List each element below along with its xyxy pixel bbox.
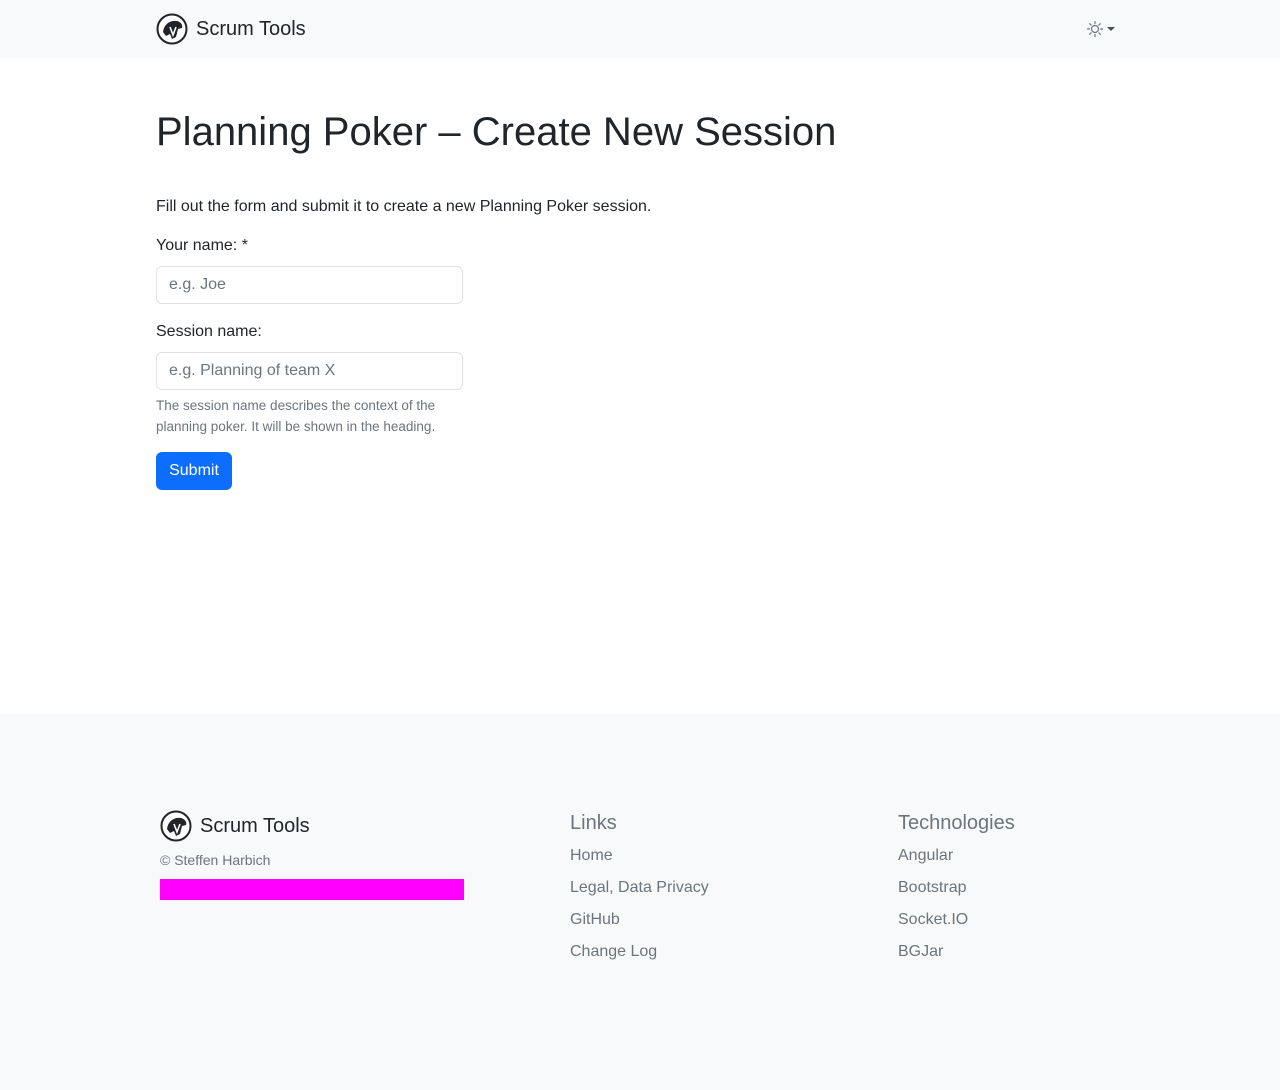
footer-link-bgjar[interactable]: BGJar xyxy=(898,936,1015,968)
your-name-label: Your name: * xyxy=(156,237,248,254)
links-heading: Links xyxy=(570,812,617,834)
session-name-input[interactable] xyxy=(156,352,463,390)
footer-link-github[interactable]: GitHub xyxy=(570,904,709,936)
theme-toggle-button[interactable] xyxy=(1086,18,1118,40)
redacted-block xyxy=(160,879,464,900)
intro-text: Fill out the form and submit it to creat… xyxy=(156,198,652,215)
brand-name: Scrum Tools xyxy=(196,18,306,40)
session-name-label: Session name: xyxy=(156,323,262,340)
footer-brand-link[interactable]: Scrum Tools xyxy=(160,810,310,842)
technologies-heading: Technologies xyxy=(898,812,1015,834)
footer-link-bootstrap[interactable]: Bootstrap xyxy=(898,872,1015,904)
brand-link[interactable]: Scrum Tools xyxy=(156,13,306,45)
scrum-tools-logo-icon xyxy=(156,13,188,45)
copyright-text: © Steffen Harbich xyxy=(160,852,271,868)
footer-link-home[interactable]: Home xyxy=(570,840,709,872)
your-name-input[interactable] xyxy=(156,266,463,304)
footer-technologies-column: Technologies Angular Bootstrap Socket.IO… xyxy=(898,810,1015,968)
submit-button[interactable]: Submit xyxy=(156,452,232,490)
session-name-help-text: The session name describes the context o… xyxy=(156,398,436,434)
footer: Scrum Tools © Steffen Harbich Links Home… xyxy=(0,714,1280,1090)
caret-down-icon xyxy=(1107,27,1115,31)
sun-icon xyxy=(1086,20,1104,38)
footer-link-socketio[interactable]: Socket.IO xyxy=(898,904,1015,936)
footer-link-angular[interactable]: Angular xyxy=(898,840,1015,872)
footer-brand-name: Scrum Tools xyxy=(200,815,310,837)
footer-link-legal[interactable]: Legal, Data Privacy xyxy=(570,872,709,904)
scrum-tools-logo-icon xyxy=(160,810,192,842)
footer-link-changelog[interactable]: Change Log xyxy=(570,936,709,968)
page-title: Planning Poker – Create New Session xyxy=(156,110,837,154)
top-navbar: Scrum Tools xyxy=(0,0,1280,58)
footer-links-column: Links Home Legal, Data Privacy GitHub Ch… xyxy=(570,810,709,968)
